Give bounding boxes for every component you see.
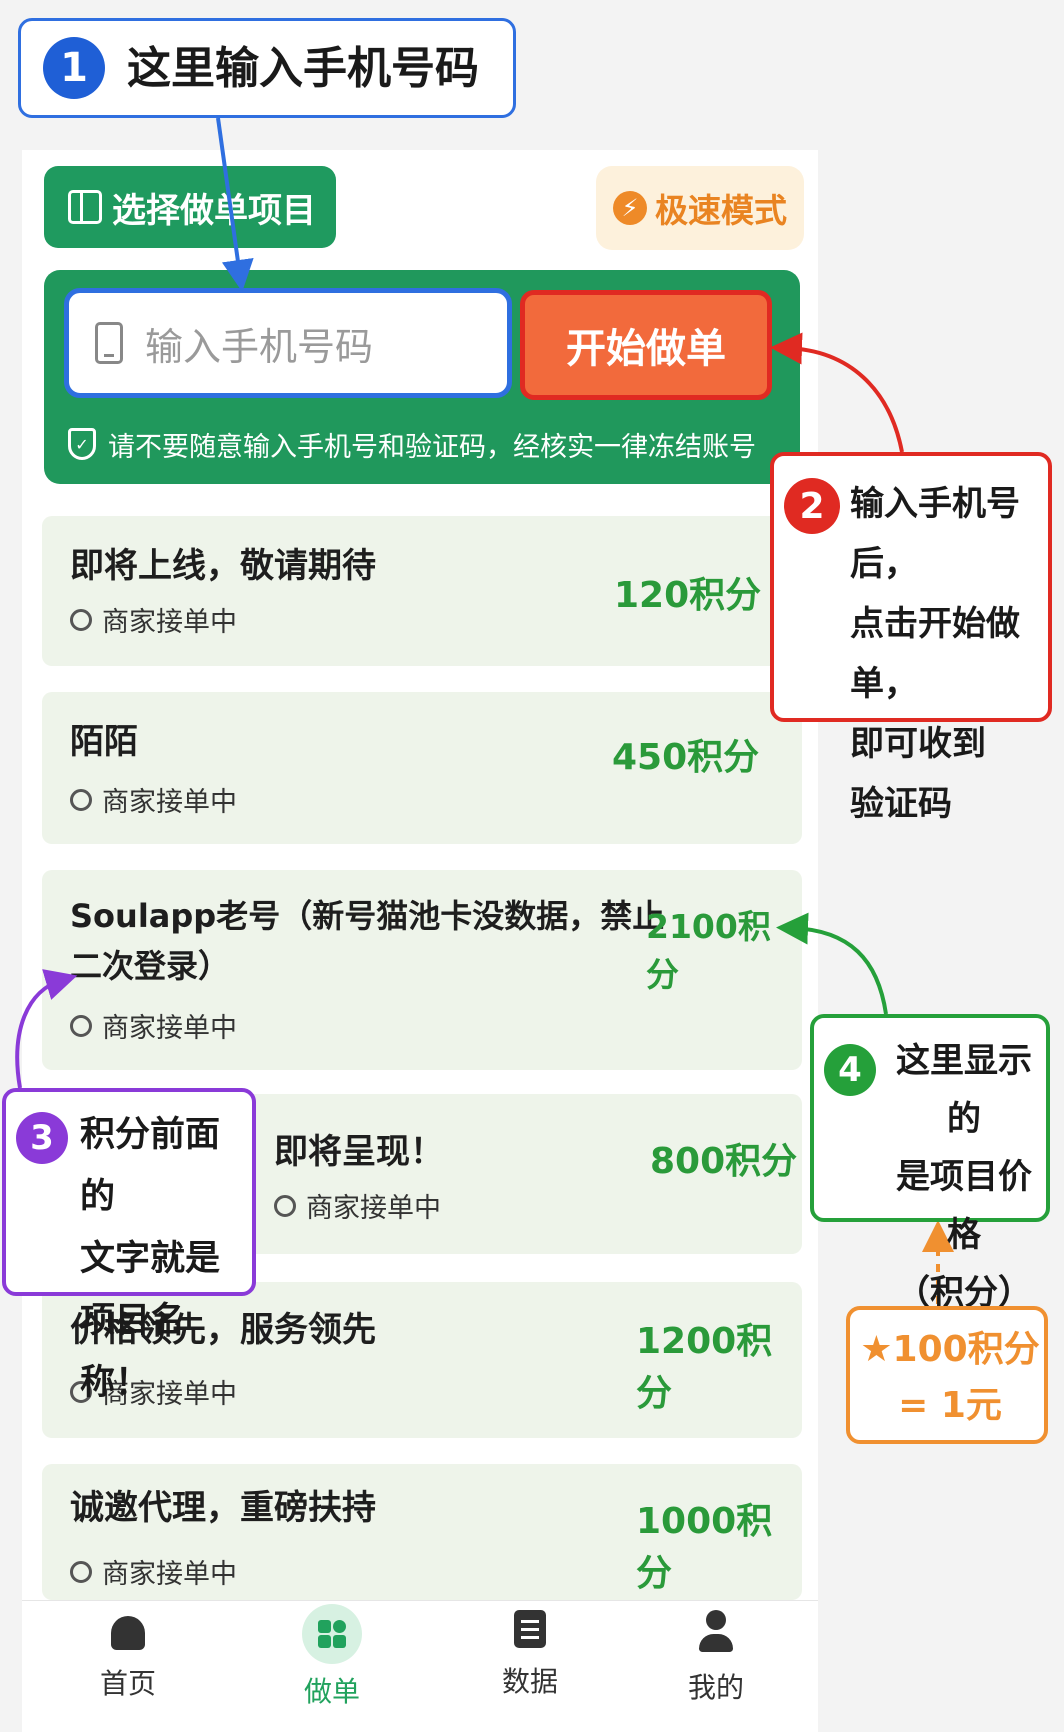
callout-step4: 4 这里显示的 是项目价格 （积分） [810,1014,1050,1313]
annotation-arrows [15,117,954,1304]
callout-text: ★100积分 = 1元 [860,1329,1040,1426]
step-badge: 3 [16,1112,68,1164]
arrow-step3 [15,969,78,1089]
arrow-step1 [216,117,254,292]
arrow-step2 [770,332,904,453]
callout-step1: 1 这里输入手机号码 [18,18,516,118]
callout-text: 输入手机号后， 点击开始做单， 即可收到 验证码 [850,484,1020,824]
callout-text: 这里输入手机号码 [127,43,479,94]
step-badge: 2 [784,478,840,534]
callout-text: 这里显示的 是项目价格 （积分） [896,1041,1032,1313]
step-badge: 1 [43,37,105,99]
step-badge: 4 [824,1044,876,1096]
callout-step2: 2 输入手机号后， 点击开始做单， 即可收到 验证码 [770,452,1052,824]
callout-points-rate: ★100积分 = 1元 [846,1306,1048,1444]
callout-step3: 3 积分前面的 文字就是 项目名称！ [2,1088,256,1403]
callout-text: 积分前面的 文字就是 项目名称！ [80,1115,221,1403]
arrow-step4 [776,912,888,1015]
